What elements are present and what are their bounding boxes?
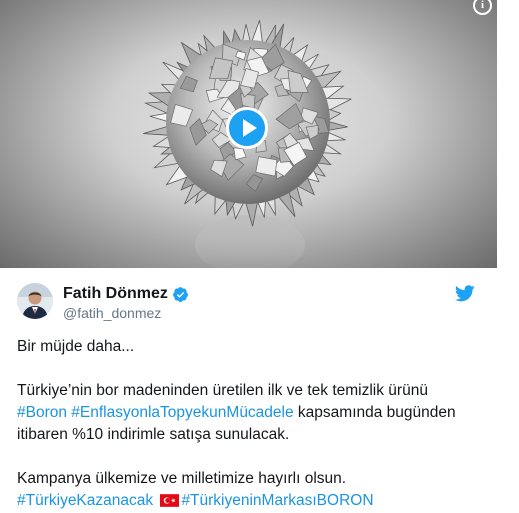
avatar[interactable]	[17, 283, 53, 319]
tweet-line-2: Türkiye’nin bor madeninden üretilen ilk …	[17, 382, 428, 399]
play-icon	[243, 119, 257, 137]
tweet-line-1: Bir müjde daha...	[17, 338, 135, 355]
hashtag-boron[interactable]: #Boron	[17, 404, 67, 421]
tweet-line-3: #Boron #EnflasyonlaTopyekunMücadele kaps…	[17, 402, 487, 424]
twitter-bird-icon[interactable]	[455, 285, 475, 302]
tweet-text: Bir müjde daha... Türkiye’nin bor madeni…	[17, 336, 487, 512]
hashtag-turkiye-kazanacak[interactable]: #TürkiyeKazanacak	[17, 492, 153, 509]
avatar-portrait-icon	[17, 283, 53, 319]
tweet-line-4: itibaren %10 indirimle satışa sunulacak.	[17, 426, 290, 443]
tweet-line-5: Kampanya ülkemize ve milletimize hayırlı…	[17, 470, 347, 487]
play-button[interactable]	[226, 107, 268, 149]
verified-badge-icon	[172, 286, 188, 302]
video-thumbnail[interactable]: i	[0, 0, 497, 268]
tweet-header: Fatih Dönmez @fatih_donmez	[17, 283, 480, 323]
tweet-card: i Fatih Dönmez @fatih_donmez Bir müjde d…	[0, 0, 497, 513]
hashtag-enflasyon[interactable]: #EnflasyonlaTopyekunMücadele	[71, 404, 293, 421]
author-name[interactable]: Fatih Dönmez	[63, 285, 168, 303]
author-handle[interactable]: @fatih_donmez	[63, 305, 161, 321]
tweet-line-6: #TürkiyeKazanacak #TürkiyeninMarkasıBORO…	[17, 490, 487, 512]
author-name-line: Fatih Dönmez	[63, 285, 189, 303]
tweet-line-3-text: kapsamında bugünden	[293, 404, 456, 421]
hashtag-turkiyenin-markasi-boron[interactable]: #TürkiyeninMarkasıBORON	[181, 492, 373, 509]
turkey-flag-icon	[160, 494, 180, 507]
